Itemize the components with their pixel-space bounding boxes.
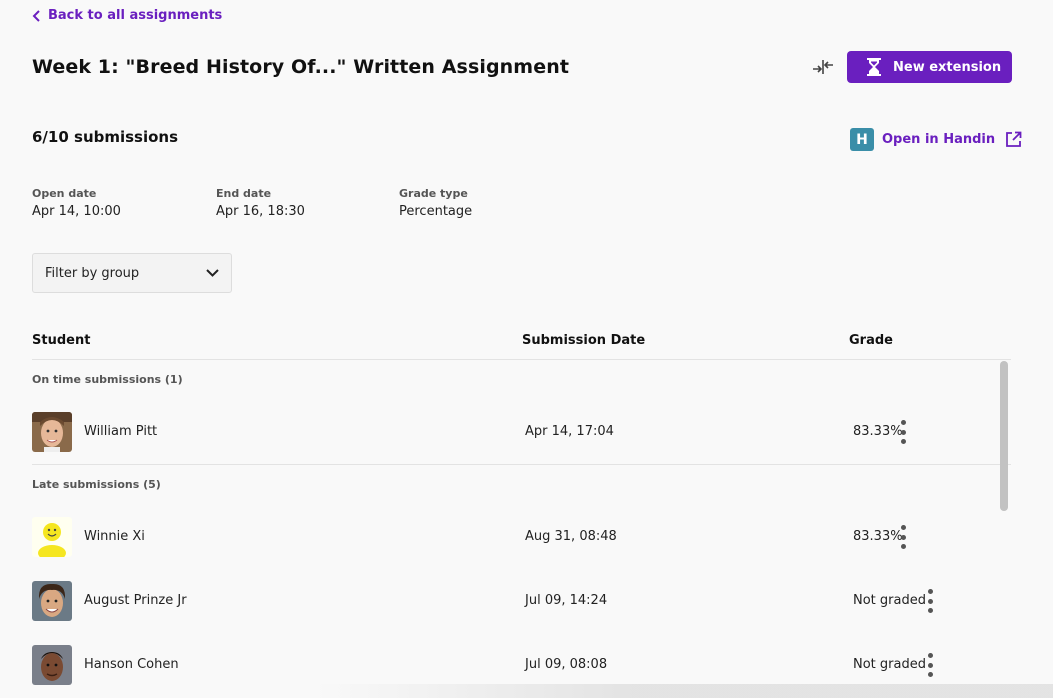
section-title-on-time: On time submissions (1) <box>32 373 183 386</box>
open-date-value: Apr 14, 10:00 <box>32 204 121 219</box>
student-name: Winnie Xi <box>84 529 145 544</box>
open-date: Open date Apr 14, 10:00 <box>32 187 121 219</box>
more-options-icon[interactable] <box>926 589 934 613</box>
hourglass-icon <box>867 58 881 76</box>
handin-link-label: Open in Handin <box>882 132 996 147</box>
column-header-student: Student <box>32 333 91 348</box>
avatar <box>32 645 72 685</box>
collapse-arrows-icon[interactable] <box>811 57 835 77</box>
submissions-count: 6/10 submissions <box>32 128 179 146</box>
grade-value: Not graded <box>853 593 926 608</box>
submission-date: Jul 09, 14:24 <box>525 593 608 608</box>
submission-date: Apr 14, 17:04 <box>525 424 614 439</box>
column-header-submission-date: Submission Date <box>522 333 646 348</box>
avatar <box>32 517 72 557</box>
table-row[interactable]: Hanson Cohen Jul 09, 08:08 Not graded <box>32 645 1011 685</box>
back-to-assignments-link[interactable]: Back to all assignments <box>32 8 222 23</box>
end-date-label: End date <box>216 187 272 200</box>
grade-type-value: Percentage <box>399 204 473 219</box>
column-header-grade: Grade <box>849 333 893 348</box>
filter-label: Filter by group <box>45 265 140 281</box>
table-row[interactable]: William Pitt Apr 14, 17:04 83.33% <box>32 412 1011 452</box>
student-name: Hanson Cohen <box>84 657 179 672</box>
page-title: Week 1: "Breed History Of..." Written As… <box>32 56 570 78</box>
grade-value: 83.33% <box>853 529 903 544</box>
end-date-value: Apr 16, 18:30 <box>216 204 305 219</box>
table-row[interactable]: Winnie Xi Aug 31, 08:48 83.33% <box>32 517 1011 557</box>
chevron-down-icon <box>206 269 219 277</box>
external-link-icon <box>1006 131 1022 147</box>
more-options-icon[interactable] <box>926 653 934 677</box>
student-name: August Prinze Jr <box>84 593 187 608</box>
bottom-shadow <box>0 684 1053 698</box>
more-options-icon[interactable] <box>899 420 907 444</box>
open-in-handin-link[interactable]: H Open in Handin <box>850 128 1022 151</box>
student-name: William Pitt <box>84 424 158 439</box>
handin-logo: H <box>850 128 874 151</box>
avatar <box>32 412 72 452</box>
open-date-label: Open date <box>32 187 97 200</box>
grade-type: Grade type Percentage <box>399 187 472 219</box>
table-scrollbar[interactable] <box>1000 361 1008 511</box>
submission-date: Jul 09, 08:08 <box>525 657 608 672</box>
filter-by-group-select[interactable]: Filter by group <box>32 253 232 293</box>
back-link-label: Back to all assignments <box>48 8 223 23</box>
section-title-late: Late submissions (5) <box>32 478 161 491</box>
submission-date: Aug 31, 08:48 <box>525 529 617 544</box>
table-row[interactable]: August Prinze Jr Jul 09, 14:24 Not grade… <box>32 581 1011 621</box>
chevron-left-icon <box>32 9 40 22</box>
more-options-icon[interactable] <box>899 525 907 549</box>
grade-value: Not graded <box>853 657 926 672</box>
grade-value: 83.33% <box>853 424 903 439</box>
grade-type-label: Grade type <box>399 187 468 200</box>
avatar <box>32 581 72 621</box>
section-divider <box>32 464 1011 465</box>
header-divider <box>32 359 1011 360</box>
new-extension-label: New extension <box>893 59 1002 75</box>
end-date: End date Apr 16, 18:30 <box>216 187 305 219</box>
new-extension-button[interactable]: New extension <box>847 51 1012 83</box>
